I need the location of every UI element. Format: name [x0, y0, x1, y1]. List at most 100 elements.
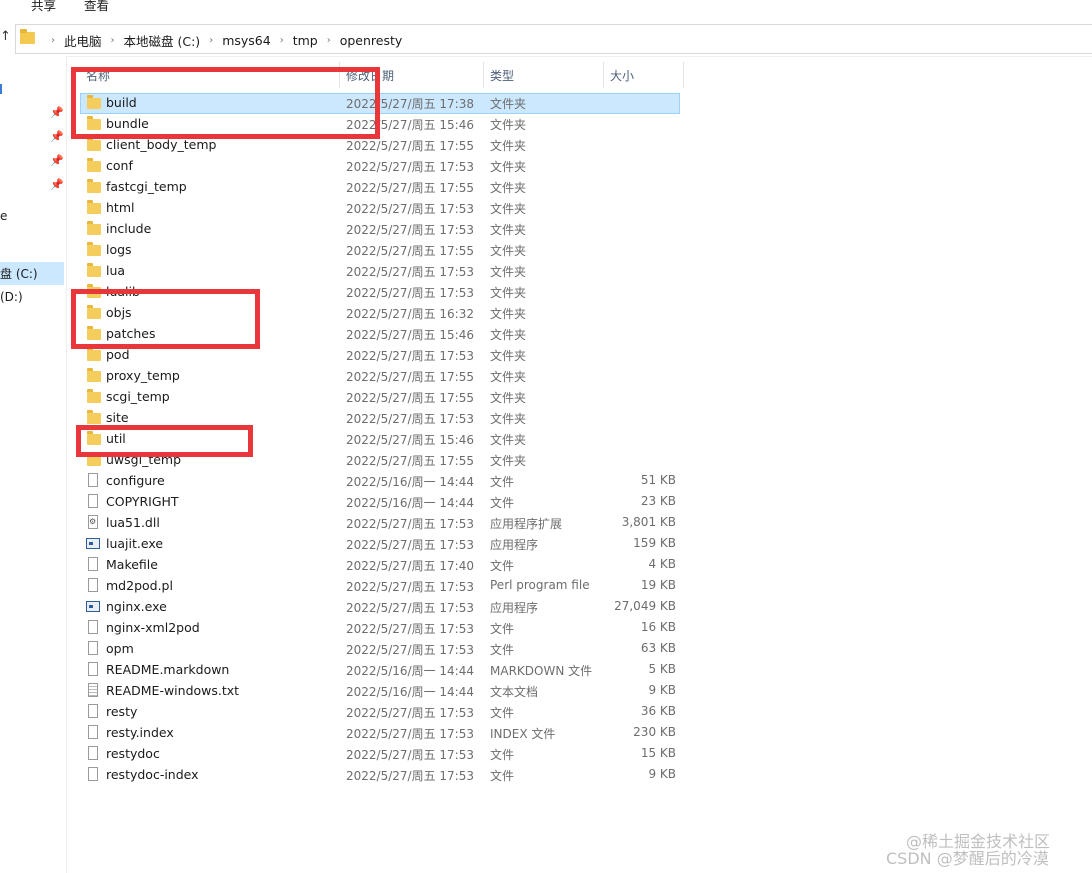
file-type: 文件: [490, 769, 515, 783]
file-icon: [88, 578, 98, 592]
address-bar[interactable]: › 此电脑 › 本地磁盘 (C:) › msys64 › tmp › openresty: [15, 24, 1092, 54]
nav-item-drive-c[interactable]: 盘 (C:): [0, 262, 64, 285]
ribbon-tab-view[interactable]: 查看: [84, 0, 109, 14]
file-type: 文件夹: [490, 454, 527, 468]
file-row[interactable]: README-windows.txt 2022/5/16/周一 14:44 文本文档…: [80, 681, 690, 702]
file-size: 23 KB: [640, 494, 676, 508]
file-type: 文本文档: [490, 685, 539, 699]
file-name: nginx-xml2pod: [106, 620, 200, 635]
file-type: 文件夹: [490, 370, 527, 384]
file-type: 文件夹: [490, 412, 527, 426]
file-type: MARKDOWN 文件: [490, 664, 593, 678]
file-row[interactable]: conf 2022/5/27/周五 17:53 文件夹: [80, 156, 690, 177]
file-date: 2022/5/27/周五 17:53: [346, 601, 474, 615]
file-name: html: [106, 200, 135, 215]
file-row[interactable]: restydoc-index 2022/5/27/周五 17:53 文件 9 KB: [80, 765, 690, 786]
file-row[interactable]: proxy_temp 2022/5/27/周五 17:55 文件夹: [80, 366, 690, 387]
column-label: 大小: [610, 69, 635, 83]
file-row[interactable]: opm 2022/5/27/周五 17:53 文件 63 KB: [80, 639, 690, 660]
file-size: 3,801 KB: [621, 515, 676, 529]
file-row[interactable]: lua 2022/5/27/周五 17:53 文件夹: [80, 261, 690, 282]
file-type: 文件: [490, 706, 515, 720]
file-date: 2022/5/27/周五 17:53: [346, 517, 474, 531]
breadcrumb-item[interactable]: msys64: [222, 33, 271, 48]
file-type: 文件: [490, 559, 515, 573]
file-name: pod: [106, 347, 130, 362]
file-type: 应用程序: [490, 538, 539, 552]
ribbon-tab-share[interactable]: 共享: [31, 0, 56, 14]
file-name: README-windows.txt: [106, 683, 240, 698]
file-row[interactable]: COPYRIGHT 2022/5/16/周一 14:44 文件 23 KB: [80, 492, 690, 513]
file-date: 2022/5/16/周一 14:44: [346, 496, 474, 510]
column-header-type[interactable]: 类型: [484, 62, 604, 88]
file-row[interactable]: html 2022/5/27/周五 17:53 文件夹: [80, 198, 690, 219]
folder-icon: [87, 158, 101, 172]
file-size: 15 KB: [640, 746, 676, 760]
nav-item-drive-d[interactable]: (D:): [0, 290, 23, 304]
chevron-right-icon[interactable]: ›: [327, 35, 331, 46]
file-date: 2022/5/27/周五 17:53: [346, 748, 474, 762]
file-row[interactable]: md2pod.pl 2022/5/27/周五 17:53 Perl program …: [80, 576, 690, 597]
file-date: 2022/5/27/周五 17:53: [346, 769, 474, 783]
file-icon: [88, 494, 98, 508]
file-row[interactable]: fastcgi_temp 2022/5/27/周五 17:55 文件夹: [80, 177, 690, 198]
file-row[interactable]: README.markdown 2022/5/16/周一 14:44 MARKDOW…: [80, 660, 690, 681]
chevron-right-icon[interactable]: ›: [209, 35, 213, 46]
nav-item-partial[interactable]: e: [0, 209, 7, 223]
file-row[interactable]: resty 2022/5/27/周五 17:53 文件 36 KB: [80, 702, 690, 723]
file-size: 230 KB: [633, 725, 676, 739]
file-row[interactable]: lua51.dll 2022/5/27/周五 17:53 应用程序扩展 3,801 K…: [80, 513, 690, 534]
column-header-size[interactable]: 大小: [604, 62, 684, 88]
file-date: 2022/5/16/周一 14:44: [346, 664, 474, 678]
file-row[interactable]: configure 2022/5/16/周一 14:44 文件 51 KB: [80, 471, 690, 492]
file-row[interactable]: logs 2022/5/27/周五 17:55 文件夹: [80, 240, 690, 261]
file-icon: [88, 704, 98, 718]
file-row[interactable]: nginx-xml2pod 2022/5/27/周五 17:53 文件 16 KB: [80, 618, 690, 639]
chevron-right-icon[interactable]: ›: [111, 35, 115, 46]
folder-icon: [87, 389, 101, 403]
file-size: 51 KB: [640, 473, 676, 487]
pin-icon[interactable]: 📌: [50, 154, 64, 167]
up-arrow-icon[interactable]: ↑: [0, 29, 11, 44]
quick-access-marker: [0, 84, 2, 94]
chevron-right-icon[interactable]: ›: [51, 35, 55, 46]
file-name: site: [106, 410, 129, 425]
file-icon: [88, 725, 98, 739]
file-date: 2022/5/27/周五 17:40: [346, 559, 474, 573]
file-type: 文件夹: [490, 223, 527, 237]
file-row[interactable]: luajit.exe 2022/5/27/周五 17:53 应用程序 159 KB: [80, 534, 690, 555]
file-type: 文件夹: [490, 97, 527, 111]
file-name: proxy_temp: [106, 368, 180, 383]
pin-icon[interactable]: 📌: [50, 178, 64, 191]
file-row[interactable]: nginx.exe 2022/5/27/周五 17:53 应用程序 27,049 KB: [80, 597, 690, 618]
pin-icon[interactable]: 📌: [50, 106, 64, 119]
file-type: 文件夹: [490, 391, 527, 405]
file-type: 文件: [490, 475, 515, 489]
file-name: restydoc: [106, 746, 160, 761]
file-row[interactable]: include 2022/5/27/周五 17:53 文件夹: [80, 219, 690, 240]
file-row[interactable]: restydoc 2022/5/27/周五 17:53 文件 15 KB: [80, 744, 690, 765]
file-size: 4 KB: [648, 557, 676, 571]
file-size: 63 KB: [640, 641, 676, 655]
pin-icon[interactable]: 📌: [50, 130, 64, 143]
folder-icon: [87, 137, 101, 151]
breadcrumb-item[interactable]: openresty: [340, 33, 403, 48]
file-name: opm: [106, 641, 134, 656]
folder-icon: [87, 221, 101, 235]
file-date: 2022/5/27/周五 17:53: [346, 706, 474, 720]
folder-icon: [20, 29, 35, 44]
chevron-right-icon[interactable]: ›: [280, 35, 284, 46]
file-row[interactable]: Makefile 2022/5/27/周五 17:40 文件 4 KB: [80, 555, 690, 576]
breadcrumb-item[interactable]: 此电脑: [64, 31, 102, 50]
ribbon-tabs: 共享 查看: [0, 0, 1092, 18]
folder-icon: [87, 368, 101, 382]
folder-icon: [87, 242, 101, 256]
file-row[interactable]: scgi_temp 2022/5/27/周五 17:55 文件夹: [80, 387, 690, 408]
file-date: 2022/5/27/周五 15:46: [346, 433, 474, 447]
file-type: 应用程序扩展: [490, 517, 563, 531]
file-date: 2022/5/27/周五 17:53: [346, 202, 474, 216]
file-type: 文件夹: [490, 139, 527, 153]
breadcrumb-item[interactable]: tmp: [293, 33, 318, 48]
breadcrumb-item[interactable]: 本地磁盘 (C:): [124, 31, 201, 50]
file-row[interactable]: resty.index 2022/5/27/周五 17:53 INDEX 文件 230…: [80, 723, 690, 744]
